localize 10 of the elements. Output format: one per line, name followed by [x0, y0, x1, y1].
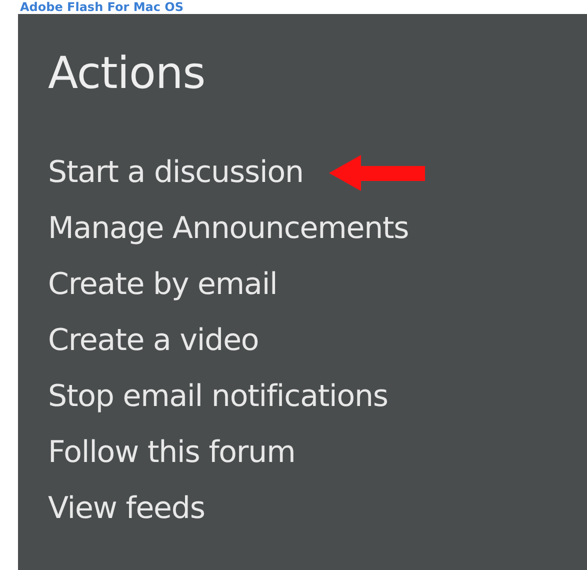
action-link[interactable]: Follow this forum [48, 431, 296, 475]
action-link[interactable]: Create a video [48, 319, 259, 363]
action-link[interactable]: Stop email notifications [48, 375, 388, 419]
panel-title: Actions [48, 48, 206, 99]
action-link[interactable]: Manage Announcements [48, 207, 409, 251]
action-link[interactable]: View feeds [48, 487, 205, 531]
arrow-icon [327, 153, 428, 193]
header-link[interactable]: Adobe Flash For Mac OS [20, 0, 587, 14]
action-link[interactable]: Start a discussion [48, 151, 304, 195]
action-link[interactable]: Create by email [48, 263, 278, 307]
